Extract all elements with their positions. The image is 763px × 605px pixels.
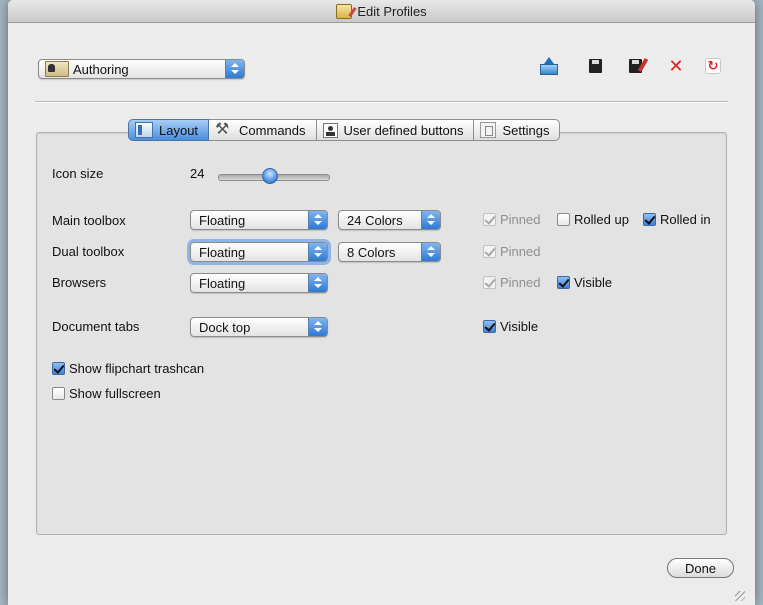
main-toolbox-rolled-in-label: Rolled in <box>660 212 711 227</box>
main-toolbox-colors-value: 24 Colors <box>347 212 403 228</box>
tab-layout[interactable]: Layout <box>128 119 210 141</box>
main-toolbox-rolled-up-checkbox[interactable]: Rolled up <box>557 212 629 227</box>
checkbox-box <box>557 213 570 226</box>
show-flipchart-trashcan-label: Show flipchart trashcan <box>69 361 205 376</box>
icon-size-label: Icon size <box>52 166 104 181</box>
icon-size-slider-knob[interactable] <box>262 168 278 184</box>
browsers-pinned-checkbox[interactable]: Pinned <box>483 275 540 290</box>
icon-size-value: 24 <box>190 166 205 181</box>
edit-profiles-window: Edit Profiles Authoring ✕ ↻ Layout ⚒ Com… <box>8 0 755 605</box>
dual-toolbox-pinned-checkbox[interactable]: Pinned <box>483 244 540 259</box>
tab-settings-label: Settings <box>502 122 550 138</box>
chevron-updown-icon <box>421 211 440 229</box>
document-tabs-position-value: Dock top <box>199 319 251 335</box>
tab-user-defined-buttons[interactable]: User defined buttons <box>316 119 475 141</box>
dual-toolbox-pinned-label: Pinned <box>500 244 541 259</box>
tools-icon: ⚒ <box>215 121 230 138</box>
chevron-updown-icon <box>421 243 440 261</box>
user-icon <box>322 122 338 138</box>
dual-toolbox-mode-value: Floating <box>199 244 246 260</box>
document-tabs-label: Document tabs <box>52 319 140 334</box>
main-toolbox-mode-value: Floating <box>199 212 246 228</box>
profile-select[interactable]: Authoring <box>38 59 245 79</box>
checkbox-box <box>52 387 65 400</box>
tab-user-defined-buttons-label: User defined buttons <box>343 122 464 138</box>
chevron-updown-icon <box>308 211 327 229</box>
tab-settings[interactable]: Settings <box>474 119 561 141</box>
profile-select-value: Authoring <box>73 61 129 77</box>
browsers-visible-checkbox[interactable]: Visible <box>557 275 612 290</box>
document-tabs-position-select[interactable]: Dock top <box>190 317 328 337</box>
dual-toolbox-mode-select[interactable]: Floating <box>190 242 328 262</box>
layout-panel <box>36 132 727 535</box>
chevron-updown-icon <box>308 274 327 292</box>
profile-icon <box>45 61 69 77</box>
main-toolbox-label: Main toolbox <box>52 213 126 228</box>
show-flipchart-trashcan-checkbox[interactable]: Show flipchart trashcan <box>52 361 204 376</box>
document-tabs-visible-checkbox[interactable]: Visible <box>483 319 538 334</box>
main-toolbox-rolled-in-checkbox[interactable]: Rolled in <box>643 212 711 227</box>
tab-bar: Layout ⚒ Commands User defined buttons S… <box>128 119 561 141</box>
save-as-icon[interactable] <box>625 56 649 76</box>
dual-toolbox-label: Dual toolbox <box>52 244 125 259</box>
resize-grip[interactable] <box>735 591 745 601</box>
chevron-updown-icon <box>225 60 244 78</box>
checkbox-box <box>483 245 496 258</box>
checkbox-box <box>483 320 496 333</box>
browsers-label: Browsers <box>52 275 107 290</box>
dual-toolbox-colors-select[interactable]: 8 Colors <box>338 242 441 262</box>
show-fullscreen-checkbox[interactable]: Show fullscreen <box>52 386 161 401</box>
tab-commands-label: Commands <box>239 122 306 138</box>
done-button[interactable]: Done <box>667 558 734 578</box>
browsers-mode-value: Floating <box>199 275 246 291</box>
title-bar: Edit Profiles <box>8 0 755 23</box>
main-toolbox-colors-select[interactable]: 24 Colors <box>338 210 441 230</box>
browsers-mode-select[interactable]: Floating <box>190 273 328 293</box>
dual-toolbox-colors-value: 8 Colors <box>347 244 396 260</box>
checkbox-box <box>643 213 656 226</box>
browsers-pinned-label: Pinned <box>500 275 541 290</box>
tab-commands[interactable]: ⚒ Commands <box>209 119 317 141</box>
delete-icon[interactable]: ✕ <box>666 56 686 76</box>
checkbox-box <box>52 362 65 375</box>
chevron-updown-icon <box>308 318 327 336</box>
document-tabs-visible-label: Visible <box>500 319 539 334</box>
save-icon[interactable] <box>585 56 605 76</box>
checkbox-box <box>557 276 570 289</box>
settings-icon <box>480 122 497 138</box>
delete-glyph: ✕ <box>668 55 684 76</box>
reload-icon[interactable]: ↻ <box>703 56 723 76</box>
main-toolbox-mode-select[interactable]: Floating <box>190 210 328 230</box>
checkbox-box <box>483 213 496 226</box>
layout-icon <box>135 122 153 138</box>
export-icon[interactable] <box>538 56 558 76</box>
window-title: Edit Profiles <box>357 3 427 19</box>
checkbox-box <box>483 276 496 289</box>
tab-layout-label: Layout <box>159 122 199 138</box>
separator <box>35 101 728 102</box>
main-toolbox-pinned-label: Pinned <box>500 212 541 227</box>
reload-glyph: ↻ <box>705 58 721 74</box>
main-toolbox-pinned-checkbox[interactable]: Pinned <box>483 212 540 227</box>
browsers-visible-label: Visible <box>574 275 613 290</box>
app-icon <box>336 3 353 19</box>
main-toolbox-rolled-up-label: Rolled up <box>574 212 629 227</box>
show-fullscreen-label: Show fullscreen <box>69 386 161 401</box>
chevron-updown-icon <box>308 243 327 261</box>
